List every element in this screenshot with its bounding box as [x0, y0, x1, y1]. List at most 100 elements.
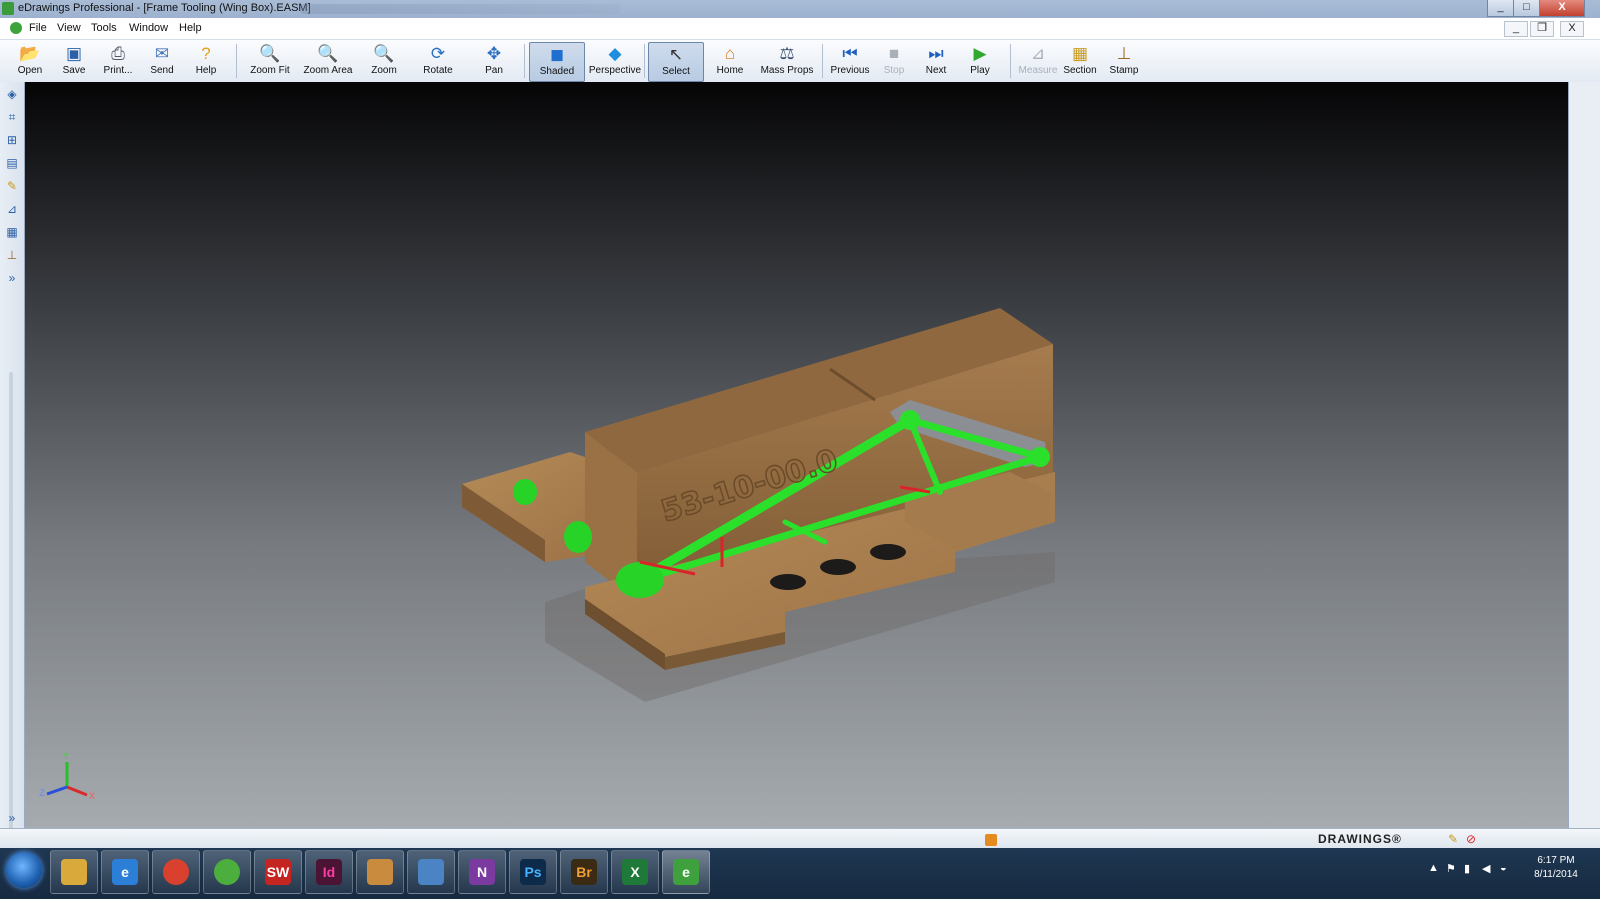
clock-date: 8/11/2014 — [1534, 869, 1578, 880]
triad-y-label: Y — [62, 752, 69, 762]
taskbar-app-edrawings[interactable]: e — [662, 850, 710, 894]
taskbar-app-folder[interactable] — [356, 850, 404, 894]
menu-window[interactable]: Window — [129, 22, 168, 34]
document-close-button[interactable]: X — [1560, 21, 1584, 37]
markup-pen-icon[interactable]: ✎ — [1448, 832, 1458, 846]
zoom-button[interactable]: 🔍 Zoom — [358, 42, 410, 80]
taskbar-app-remote-desktop[interactable] — [407, 850, 455, 894]
zoom-area-button[interactable]: 🔍 Zoom Area — [300, 42, 356, 80]
triad-x-label: X — [89, 792, 95, 802]
printer-icon: ⎙ — [111, 44, 125, 63]
help-button[interactable]: ? Help — [180, 42, 232, 80]
stamp-button[interactable]: ⊥ Stamp — [1098, 42, 1150, 80]
onenote-icon: N — [469, 859, 495, 885]
menu-file[interactable]: File — [29, 22, 47, 34]
toolbar-separator — [822, 44, 823, 78]
select-button[interactable]: ↖ Select — [648, 42, 704, 82]
mass-props-button[interactable]: ⚖ Mass Props — [758, 42, 816, 80]
tube-end-cap — [513, 479, 537, 505]
measure-tool-icon[interactable]: ⊿ — [4, 201, 20, 217]
photoshop-icon: Ps — [520, 859, 546, 885]
document-restore-button[interactable]: ❐ — [1530, 21, 1554, 37]
right-scroll-area[interactable] — [1568, 82, 1600, 828]
shaded-cube-icon: ◼ — [549, 45, 565, 64]
solidworks-icon: SW — [265, 859, 291, 885]
menu-view[interactable]: View — [57, 22, 81, 34]
document-icon[interactable] — [10, 22, 22, 34]
home-button[interactable]: ⌂ Home — [704, 42, 756, 80]
document-minimize-button[interactable]: _ — [1504, 21, 1528, 37]
markup-icon[interactable]: ⊞ — [4, 132, 20, 148]
network-icon[interactable]: ▮ — [1464, 862, 1470, 875]
taskbar-app-excel[interactable]: X — [611, 850, 659, 894]
maximize-window-button[interactable]: □ — [1513, 0, 1540, 17]
perspective-button[interactable]: ◆ Perspective — [587, 42, 643, 80]
taskbar-app-chrome[interactable] — [152, 850, 200, 894]
next-icon: ⏭ — [928, 44, 944, 63]
section-tool-icon[interactable]: ▦ — [4, 224, 20, 240]
chrome-icon — [163, 859, 189, 885]
play-button[interactable]: ▶ Play — [954, 42, 1006, 80]
windows-taskbar: e SW Id N Ps Br X e ▲ ⚑ ▮ ◀ ◒ 6:17 PM 8/… — [0, 848, 1600, 899]
excel-icon: X — [622, 859, 648, 885]
menu-tools[interactable]: Tools — [91, 22, 117, 34]
components-icon[interactable]: ◈ — [4, 86, 20, 102]
stamp-tool-icon[interactable]: ⊥ — [4, 247, 20, 263]
panel-splitter[interactable] — [9, 372, 13, 882]
perspective-icon: ◆ — [608, 44, 622, 63]
taskbar-app-internet-explorer[interactable]: e — [101, 850, 149, 894]
menu-help[interactable]: Help — [179, 22, 202, 34]
taskbar-app-indesign[interactable]: Id — [305, 850, 353, 894]
clock-time: 6:17 PM — [1537, 855, 1575, 866]
folder-app-icon — [367, 859, 393, 885]
pan-icon: ✥ — [486, 44, 502, 63]
taskbar-app-photoshop[interactable]: Ps — [509, 850, 557, 894]
green-app-icon — [214, 859, 240, 885]
start-button[interactable] — [6, 852, 42, 888]
tube-joint — [1030, 447, 1050, 467]
expand-panel-icon[interactable]: » — [4, 270, 20, 286]
tray-app-icon[interactable]: ◒ — [1500, 862, 1507, 874]
tube-joint — [900, 410, 920, 430]
model-viewport[interactable]: 53-10-00.0 Y Z X — [25, 82, 1568, 828]
close-window-button[interactable]: X — [1539, 0, 1585, 17]
system-clock[interactable]: 6:17 PM 8/11/2014 — [1520, 854, 1592, 882]
indesign-icon: Id — [316, 859, 342, 885]
help-icon: ? — [201, 44, 211, 63]
taskbar-app-solidworks[interactable]: SW — [254, 850, 302, 894]
ie-icon: e — [112, 859, 138, 885]
send-mail-icon: ✉ — [154, 44, 170, 63]
taskbar-app-bridge[interactable]: Br — [560, 850, 608, 894]
zoom-icon: 🔍 — [373, 44, 395, 63]
sheets-icon[interactable]: ▤ — [4, 155, 20, 171]
toolbar-separator — [236, 44, 237, 78]
configurations-icon[interactable]: ⌗ — [4, 109, 20, 125]
taskbar-app-green[interactable] — [203, 850, 251, 894]
rotate-button[interactable]: ⟳ Rotate — [412, 42, 464, 80]
assembly-model-render: 53-10-00.0 Y Z X — [39, 308, 1055, 802]
zoom-fit-button[interactable]: 🔍 Zoom Fit — [244, 42, 296, 80]
minimize-window-button[interactable]: _ — [1487, 0, 1514, 17]
pan-button[interactable]: ✥ Pan — [468, 42, 520, 80]
show-hidden-icons-icon[interactable]: ▲ — [1428, 862, 1439, 874]
action-center-flag-icon[interactable]: ⚑ — [1446, 862, 1456, 875]
orientation-triad: Y Z X — [39, 752, 95, 802]
zoom-fit-icon: 🔍 — [259, 44, 281, 63]
edrawings-app-icon[interactable] — [2, 2, 14, 15]
expand-bottom-icon[interactable]: » — [4, 810, 20, 826]
edrawings-icon: e — [673, 859, 699, 885]
save-disk-icon: ▣ — [65, 44, 83, 63]
shaded-button[interactable]: ◼ Shaded — [529, 42, 585, 82]
pencil-icon[interactable]: ✎ — [4, 178, 20, 194]
no-entry-icon[interactable]: ⊘ — [1466, 832, 1476, 846]
rss-icon[interactable] — [985, 834, 997, 846]
volume-icon[interactable]: ◀ — [1482, 862, 1490, 875]
status-bar: DRAWINGS® ✎ ⊘ — [0, 828, 1600, 849]
previous-icon: ⏮ — [842, 44, 858, 63]
stamp-icon: ⊥ — [1116, 44, 1132, 63]
window-title: eDrawings Professional - [Frame Tooling … — [18, 2, 311, 14]
zoom-area-icon: 🔍 — [317, 44, 339, 63]
section-icon: ▦ — [1071, 44, 1089, 63]
taskbar-app-onenote[interactable]: N — [458, 850, 506, 894]
taskbar-app-file-explorer[interactable] — [50, 850, 98, 894]
